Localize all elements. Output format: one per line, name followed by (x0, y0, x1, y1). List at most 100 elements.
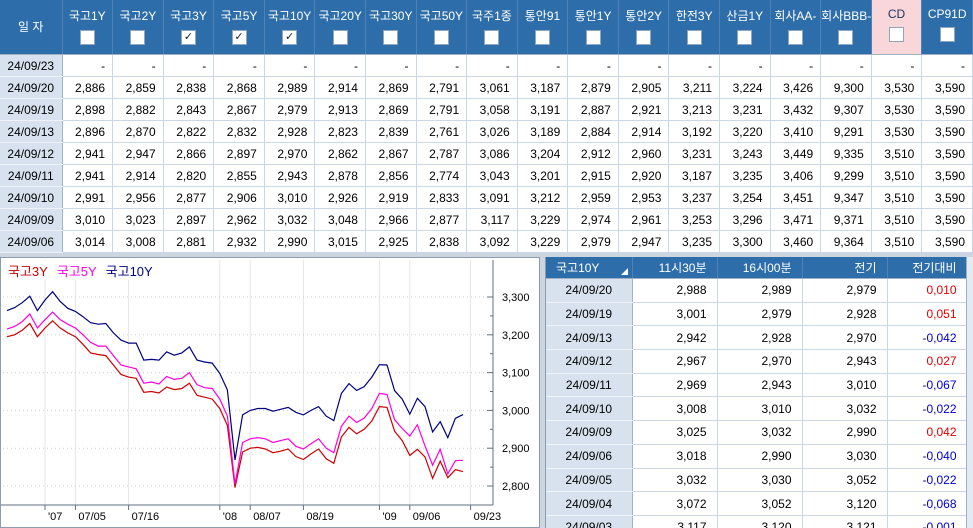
column-checkbox[interactable]: ✓ (282, 30, 298, 45)
column-checkbox[interactable] (383, 30, 399, 45)
rate-cell: 3,010 (264, 186, 316, 209)
rates-row[interactable]: 24/09/13 2,896 2,870 2,822 2,832 2,928 2,823 2,… (0, 120, 973, 143)
rates-row[interactable]: 24/09/09 3,010 3,023 2,897 2,962 3,032 3,048 2,… (0, 208, 973, 231)
rates-row[interactable]: 24/09/10 2,991 2,956 2,877 2,906 3,010 2,926 2,… (0, 186, 973, 209)
column-checkbox[interactable] (332, 30, 348, 45)
rate-cell: 2,761 (416, 120, 468, 143)
prev-value-cell: 2,943 (802, 349, 888, 374)
value-1130-cell: 3,117 (632, 515, 718, 528)
column-header-18: CP91D (921, 0, 973, 55)
rate-cell: 2,898 (62, 98, 114, 121)
date-cell: 24/09/19 (546, 302, 633, 327)
rate-cell: 2,869 (365, 98, 417, 121)
column-checkbox[interactable]: ✓ (231, 30, 247, 45)
rate-cell: 3,015 (314, 230, 366, 253)
y-axis-label: 3,000 (502, 405, 530, 417)
rate-cell: 3,231 (719, 98, 771, 121)
column-checkbox[interactable] (686, 30, 702, 45)
rate-cell: - (163, 54, 215, 77)
rates-grid-panel: 일 자 국고1Y 국고2Y 국고3Y ✓ 국고5Y ✓ 국고10Y ✓ 국고20Y 국고30Y 국고… (0, 0, 973, 253)
detail-row[interactable]: 24/09/12 2,967 2,970 2,943 0,027 (546, 349, 968, 374)
detail-row[interactable]: 24/09/11 2,969 2,943 3,010 -0,067 (546, 373, 968, 398)
y-axis-label: 3,200 (502, 330, 530, 342)
column-label: 국고1Y (68, 9, 106, 23)
detail-row[interactable]: 24/09/19 3,001 2,979 2,928 0,051 (546, 302, 968, 327)
date-cell: 24/09/12 (546, 349, 633, 374)
rate-cell: 3,204 (517, 142, 569, 165)
column-checkbox[interactable] (79, 30, 95, 45)
column-checkbox[interactable] (838, 30, 854, 45)
column-checkbox[interactable]: ✓ (180, 30, 196, 45)
column-checkbox[interactable] (130, 30, 146, 45)
rate-cell: - (770, 54, 822, 77)
column-checkbox[interactable] (433, 30, 449, 45)
date-cell: 24/09/23 (0, 54, 63, 77)
change-cell: -0,068 (887, 491, 968, 516)
rate-cell: 2,914 (618, 120, 670, 143)
column-checkbox[interactable] (889, 27, 905, 42)
value-1600-cell: 2,928 (717, 325, 803, 351)
column-checkbox[interactable] (787, 30, 803, 45)
column-header-4: 국고5Y ✓ (213, 0, 265, 55)
value-1600-cell: 2,943 (717, 373, 803, 398)
column-header-1: 국고1Y (62, 0, 114, 55)
date-cell: 24/09/13 (546, 325, 633, 351)
detail-sort-header[interactable]: 국고10Y (546, 257, 633, 279)
rates-row[interactable]: 24/09/11 2,941 2,914 2,820 2,855 2,943 2,878 2,… (0, 164, 973, 187)
column-label: 국고2Y (119, 9, 157, 23)
y-axis-label: 2,800 (502, 481, 530, 493)
rate-cell: 2,991 (62, 186, 114, 209)
rate-cell: - (871, 54, 923, 77)
detail-row[interactable]: 24/09/09 3,025 3,032 2,990 0,042 (546, 420, 968, 445)
rates-row[interactable]: 24/09/06 3,014 3,008 2,881 2,932 2,990 3,015 2,… (0, 230, 973, 253)
column-header-7: 국고30Y (365, 0, 417, 55)
date-cell: 24/09/10 (0, 186, 63, 209)
column-label: 국고3Y (170, 9, 207, 23)
rate-cell: 3,406 (770, 164, 822, 187)
sort-triangle-icon (620, 268, 628, 275)
detail-row[interactable]: 24/09/06 3,018 2,990 3,030 -0,040 (546, 444, 968, 469)
rate-cell: 2,870 (112, 120, 164, 143)
rate-cell: 2,820 (163, 164, 215, 187)
rate-cell: 2,914 (112, 164, 164, 187)
rates-row[interactable]: 24/09/12 2,941 2,947 2,866 2,897 2,970 2,862 2,… (0, 142, 973, 165)
rates-row[interactable]: 24/09/19 2,898 2,882 2,843 2,867 2,979 2,913 2,… (0, 98, 973, 121)
ktb10y-detail-table: 국고10Y 11시30분 16시00분 전기 전기대비 24/09/20 2,98… (546, 257, 968, 528)
rate-cell: 3,091 (466, 186, 518, 209)
rates-row[interactable]: 24/09/23- - - - - - - - - - - - - - - - - - (0, 54, 973, 77)
detail-row[interactable]: 24/09/04 3,072 3,052 3,120 -0,068 (546, 491, 968, 516)
rate-cell: 2,941 (62, 142, 114, 165)
rate-cell: 3,253 (668, 208, 721, 231)
prev-value-cell: 2,990 (802, 420, 888, 445)
prev-value-cell: 3,120 (802, 491, 888, 516)
rates-row[interactable]: 24/09/20 2,886 2,859 2,838 2,868 2,989 2,914 2,… (0, 76, 973, 99)
prev-value-cell: 3,052 (802, 468, 888, 493)
change-cell: -0,022 (887, 396, 968, 422)
rate-cell: 2,882 (112, 98, 164, 121)
value-1600-cell: 2,990 (717, 444, 803, 469)
vertical-scrollbar[interactable] (966, 257, 973, 528)
detail-row[interactable]: 24/09/10 3,008 3,010 3,032 -0,022 (546, 396, 968, 422)
rate-cell: 3,590 (921, 164, 973, 187)
rate-cell: 2,947 (112, 142, 164, 165)
rates-table: 일 자 국고1Y 국고2Y 국고3Y ✓ 국고5Y ✓ 국고10Y ✓ 국고20Y 국고30Y 국고… (0, 0, 973, 253)
detail-row[interactable]: 24/09/03 3,117 3,120 3,121 -0,001 (546, 515, 968, 528)
rate-cell: 3,229 (517, 230, 569, 253)
column-checkbox[interactable] (737, 30, 753, 45)
rate-cell: 3,530 (871, 120, 923, 143)
rate-cell: 9,364 (820, 230, 872, 253)
rate-cell: 3,008 (112, 230, 164, 253)
column-checkbox[interactable] (484, 30, 500, 45)
column-checkbox[interactable] (939, 27, 955, 42)
column-label: 회사BBB- (821, 9, 871, 23)
column-checkbox[interactable] (585, 30, 601, 45)
detail-row[interactable]: 24/09/13 2,942 2,928 2,970 -0,042 (546, 325, 968, 351)
column-checkbox[interactable] (534, 30, 550, 45)
rate-cell: 3,201 (517, 164, 569, 187)
value-1600-cell: 2,989 (717, 278, 803, 303)
detail-row[interactable]: 24/09/05 3,032 3,030 3,052 -0,022 (546, 468, 968, 493)
rate-cell: 3,231 (668, 142, 721, 165)
detail-row[interactable]: 24/09/20 2,988 2,989 2,979 0,010 (546, 278, 968, 303)
rate-cell: 2,920 (618, 164, 670, 187)
column-checkbox[interactable] (636, 30, 652, 45)
